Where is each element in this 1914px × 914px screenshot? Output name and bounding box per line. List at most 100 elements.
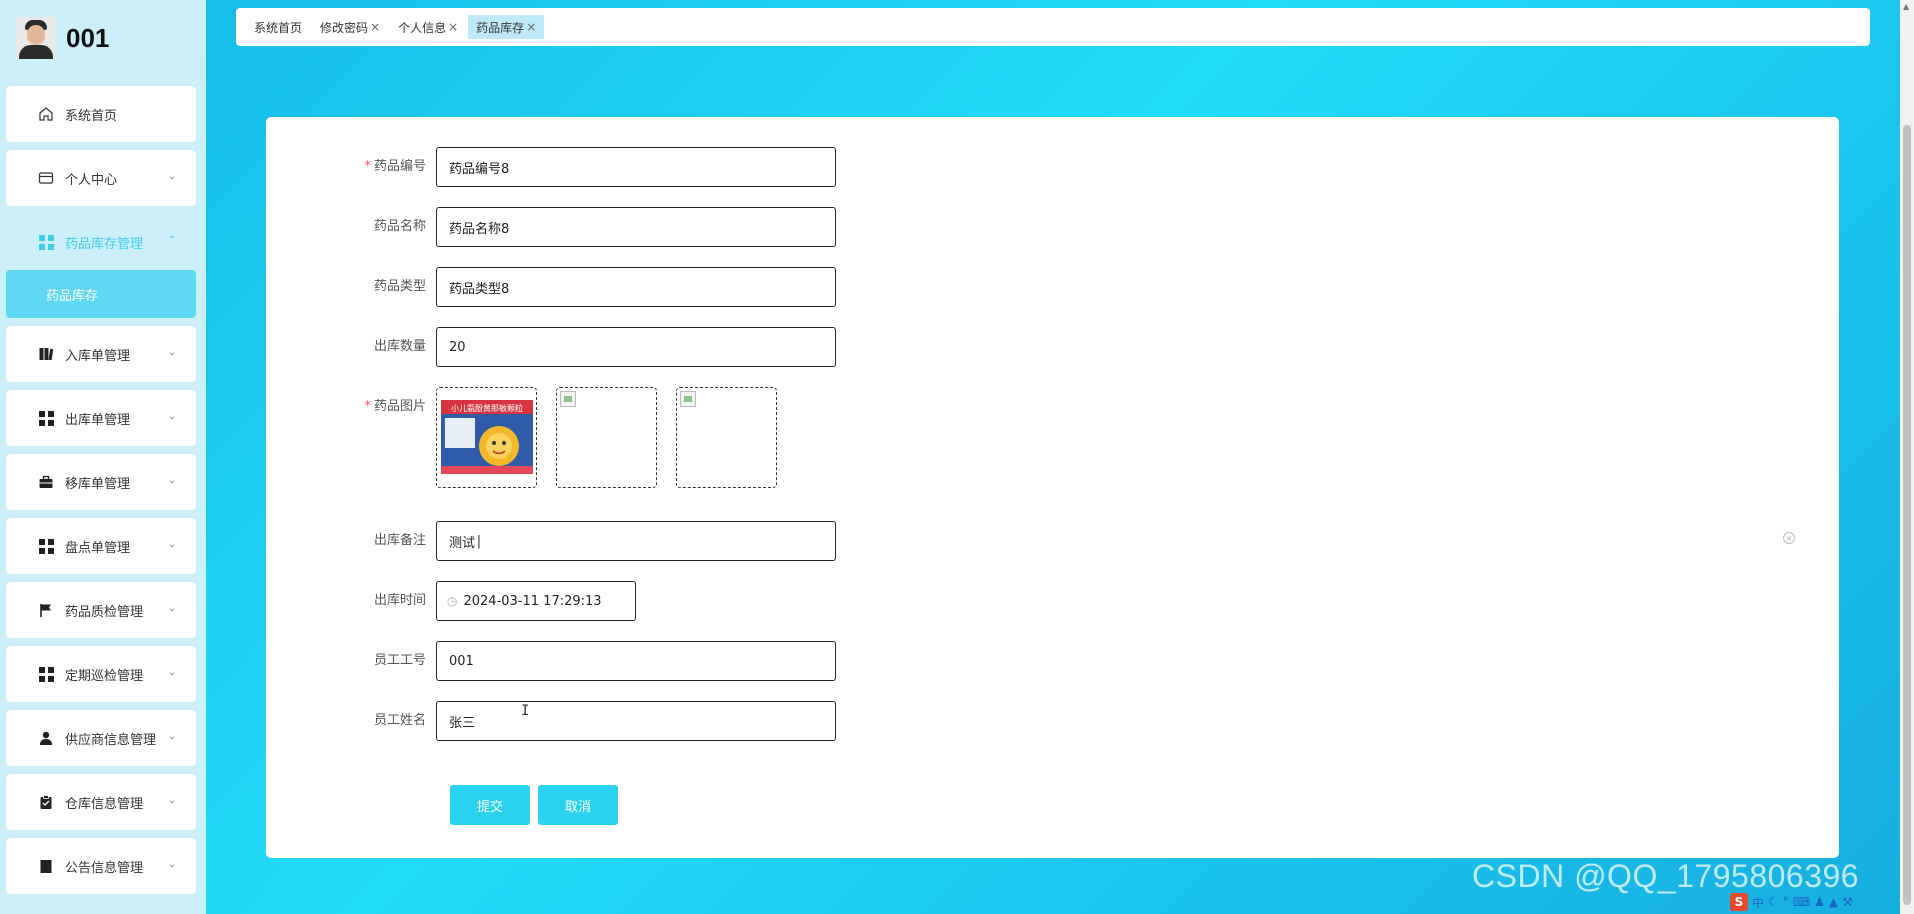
grid-icon <box>37 537 55 555</box>
flag-icon <box>37 601 55 619</box>
sidebar-item-label: 供应商信息管理 <box>65 732 157 748</box>
clear-icon[interactable]: × <box>1783 532 1795 544</box>
tab-label: 系统首页 <box>254 20 303 35</box>
tab-drug-inventory[interactable]: 药品库存 × <box>468 15 545 39</box>
drug-code-field[interactable]: 药品编号8 <box>436 147 836 187</box>
sidebar-subitem-drug-inventory[interactable]: 药品库存 <box>6 270 196 318</box>
field-label: 出库数量 <box>373 339 426 354</box>
sidebar-item-label: 定期巡检管理 <box>65 668 144 684</box>
field-label: * 药品图片 <box>364 399 426 414</box>
drug-name-field[interactable]: 药品名称8 <box>436 207 836 247</box>
sidebar-item-label: 系统首页 <box>65 108 118 124</box>
page-scrollbar[interactable]: ▲ <box>1900 0 1914 914</box>
chevron-down-icon: ⌄ <box>167 859 176 870</box>
sidebar-item-supplier-management[interactable]: 供应商信息管理 ⌄ <box>6 710 196 766</box>
form-row-drug-code: * 药品编号 药品编号8 <box>266 147 836 187</box>
tab-label: 个人信息 <box>398 20 447 35</box>
field-label: * 药品编号 <box>364 159 426 174</box>
tab-bar: 系统首页 修改密码 × 个人信息 × 药品库存 × <box>236 8 1870 46</box>
form-row-drug-name: 药品名称 药品名称8 <box>266 207 836 247</box>
sidebar-item-label: 药品质检管理 <box>65 604 144 620</box>
sidebar-item-transfer-management[interactable]: 移库单管理 ⌄ <box>6 454 196 510</box>
broken-image-icon <box>560 391 576 407</box>
ime-toolbar[interactable]: S 中 ☾ ° ⌨ ♟ ▲ ⚒ <box>1730 893 1914 911</box>
scroll-up-icon[interactable]: ▲ <box>1903 2 1909 11</box>
tab-label: 修改密码 <box>320 20 369 35</box>
sidebar-item-stocktake-management[interactable]: 盘点单管理 ⌄ <box>6 518 196 574</box>
clipboard-icon <box>37 793 55 811</box>
briefcase-icon <box>37 473 55 491</box>
sidebar: 001 系统首页 个人中心 ⌄ 药品库存管理 ⌃ 药品库存 入库单管理 ⌄ 出库… <box>0 0 206 914</box>
employee-name-field[interactable]: 张三 <box>436 701 836 741</box>
form-row-employee-id: 员工工号 001 <box>266 641 836 681</box>
form-row-drug-images: * 药品图片 小儿氨酚黄那敏颗粒 <box>266 387 796 488</box>
out-quantity-field[interactable]: 20 <box>436 327 836 367</box>
sidebar-item-label: 出库单管理 <box>65 412 131 428</box>
chevron-down-icon: ⌄ <box>167 171 176 182</box>
drug-image-thumbnail[interactable]: 小儿氨酚黄那敏颗粒 <box>436 387 537 488</box>
required-mark: * <box>364 159 371 174</box>
sidebar-item-drug-inventory-management[interactable]: 药品库存管理 ⌃ <box>6 214 196 270</box>
cancel-button[interactable]: 取消 <box>538 785 618 825</box>
chevron-down-icon: ⌄ <box>167 347 176 358</box>
moon-icon[interactable]: ☾ <box>1768 895 1779 909</box>
sidebar-item-announcement-management[interactable]: 公告信息管理 ⌄ <box>6 838 196 894</box>
scrollbar-thumb[interactable] <box>1903 125 1911 905</box>
sidebar-item-label: 个人中心 <box>65 172 118 188</box>
close-icon[interactable]: × <box>370 20 380 34</box>
medicine-box-image: 小儿氨酚黄那敏颗粒 <box>441 400 533 474</box>
form-row-out-remark: 出库备注 测试 | <box>266 521 836 561</box>
text-cursor-icon: I <box>521 703 530 719</box>
out-remark-field[interactable]: 测试 | <box>436 521 836 561</box>
sidebar-item-label: 仓库信息管理 <box>65 796 144 812</box>
close-icon[interactable]: × <box>448 20 458 34</box>
punctuation-icon[interactable]: ° <box>1783 895 1789 909</box>
field-label: 药品类型 <box>373 279 426 294</box>
grid-icon <box>37 409 55 427</box>
chevron-down-icon: ⌄ <box>167 475 176 486</box>
sidebar-item-warehouse-management[interactable]: 仓库信息管理 ⌄ <box>6 774 196 830</box>
ime-language[interactable]: 中 <box>1752 894 1764 911</box>
package-text: 小儿氨酚黄那敏颗粒 <box>451 403 523 413</box>
submit-button[interactable]: 提交 <box>450 785 530 825</box>
avatar[interactable] <box>16 17 56 59</box>
keyboard-icon[interactable]: ⌨ <box>1793 895 1810 909</box>
chevron-up-icon: ⌃ <box>167 235 176 246</box>
chevron-down-icon: ⌄ <box>167 795 176 806</box>
shirt-icon[interactable]: ▲ <box>1829 895 1838 909</box>
sidebar-menu: 系统首页 个人中心 ⌄ 药品库存管理 ⌃ 药品库存 入库单管理 ⌄ 出库单管理 … <box>6 86 196 902</box>
field-label: 员工姓名 <box>373 713 426 728</box>
sidebar-subitem-label: 药品库存 <box>46 288 99 304</box>
broken-image-icon <box>680 391 696 407</box>
drug-image-placeholder[interactable] <box>556 387 657 488</box>
drug-type-field[interactable]: 药品类型8 <box>436 267 836 307</box>
tab-home[interactable]: 系统首页 <box>246 15 310 39</box>
sidebar-item-personal-center[interactable]: 个人中心 ⌄ <box>6 150 196 206</box>
close-icon[interactable]: × <box>526 20 536 34</box>
sidebar-item-label: 盘点单管理 <box>65 540 131 556</box>
drug-image-placeholder[interactable] <box>676 387 777 488</box>
employee-id-field[interactable]: 001 <box>436 641 836 681</box>
sidebar-item-inbound-management[interactable]: 入库单管理 ⌄ <box>6 326 196 382</box>
chevron-down-icon: ⌄ <box>167 603 176 614</box>
wrench-icon[interactable]: ⚒ <box>1842 895 1853 909</box>
user-icon <box>37 729 55 747</box>
person-icon[interactable]: ♟ <box>1814 895 1825 909</box>
home-icon <box>37 105 55 123</box>
watermark: CSDN @QQ_1795806396 <box>1472 858 1860 894</box>
ime-logo-icon: S <box>1730 893 1748 911</box>
sidebar-item-outbound-management[interactable]: 出库单管理 ⌄ <box>6 390 196 446</box>
sidebar-item-home[interactable]: 系统首页 <box>6 86 196 142</box>
chevron-down-icon: ⌄ <box>167 411 176 422</box>
chevron-down-icon: ⌄ <box>167 539 176 550</box>
field-label: 员工工号 <box>373 653 426 668</box>
tab-personal-info[interactable]: 个人信息 × <box>390 15 466 39</box>
sidebar-item-quality-inspection[interactable]: 药品质检管理 ⌄ <box>6 582 196 638</box>
chevron-down-icon: ⌄ <box>167 731 176 742</box>
sidebar-item-patrol-inspection[interactable]: 定期巡检管理 ⌄ <box>6 646 196 702</box>
sidebar-item-label: 移库单管理 <box>65 476 131 492</box>
tab-change-password[interactable]: 修改密码 × <box>312 15 388 39</box>
out-time-picker[interactable]: ◷ 2024-03-11 17:29:13 <box>436 581 636 621</box>
profile-name: 001 <box>66 22 110 53</box>
clock-icon: ◷ <box>447 594 458 608</box>
